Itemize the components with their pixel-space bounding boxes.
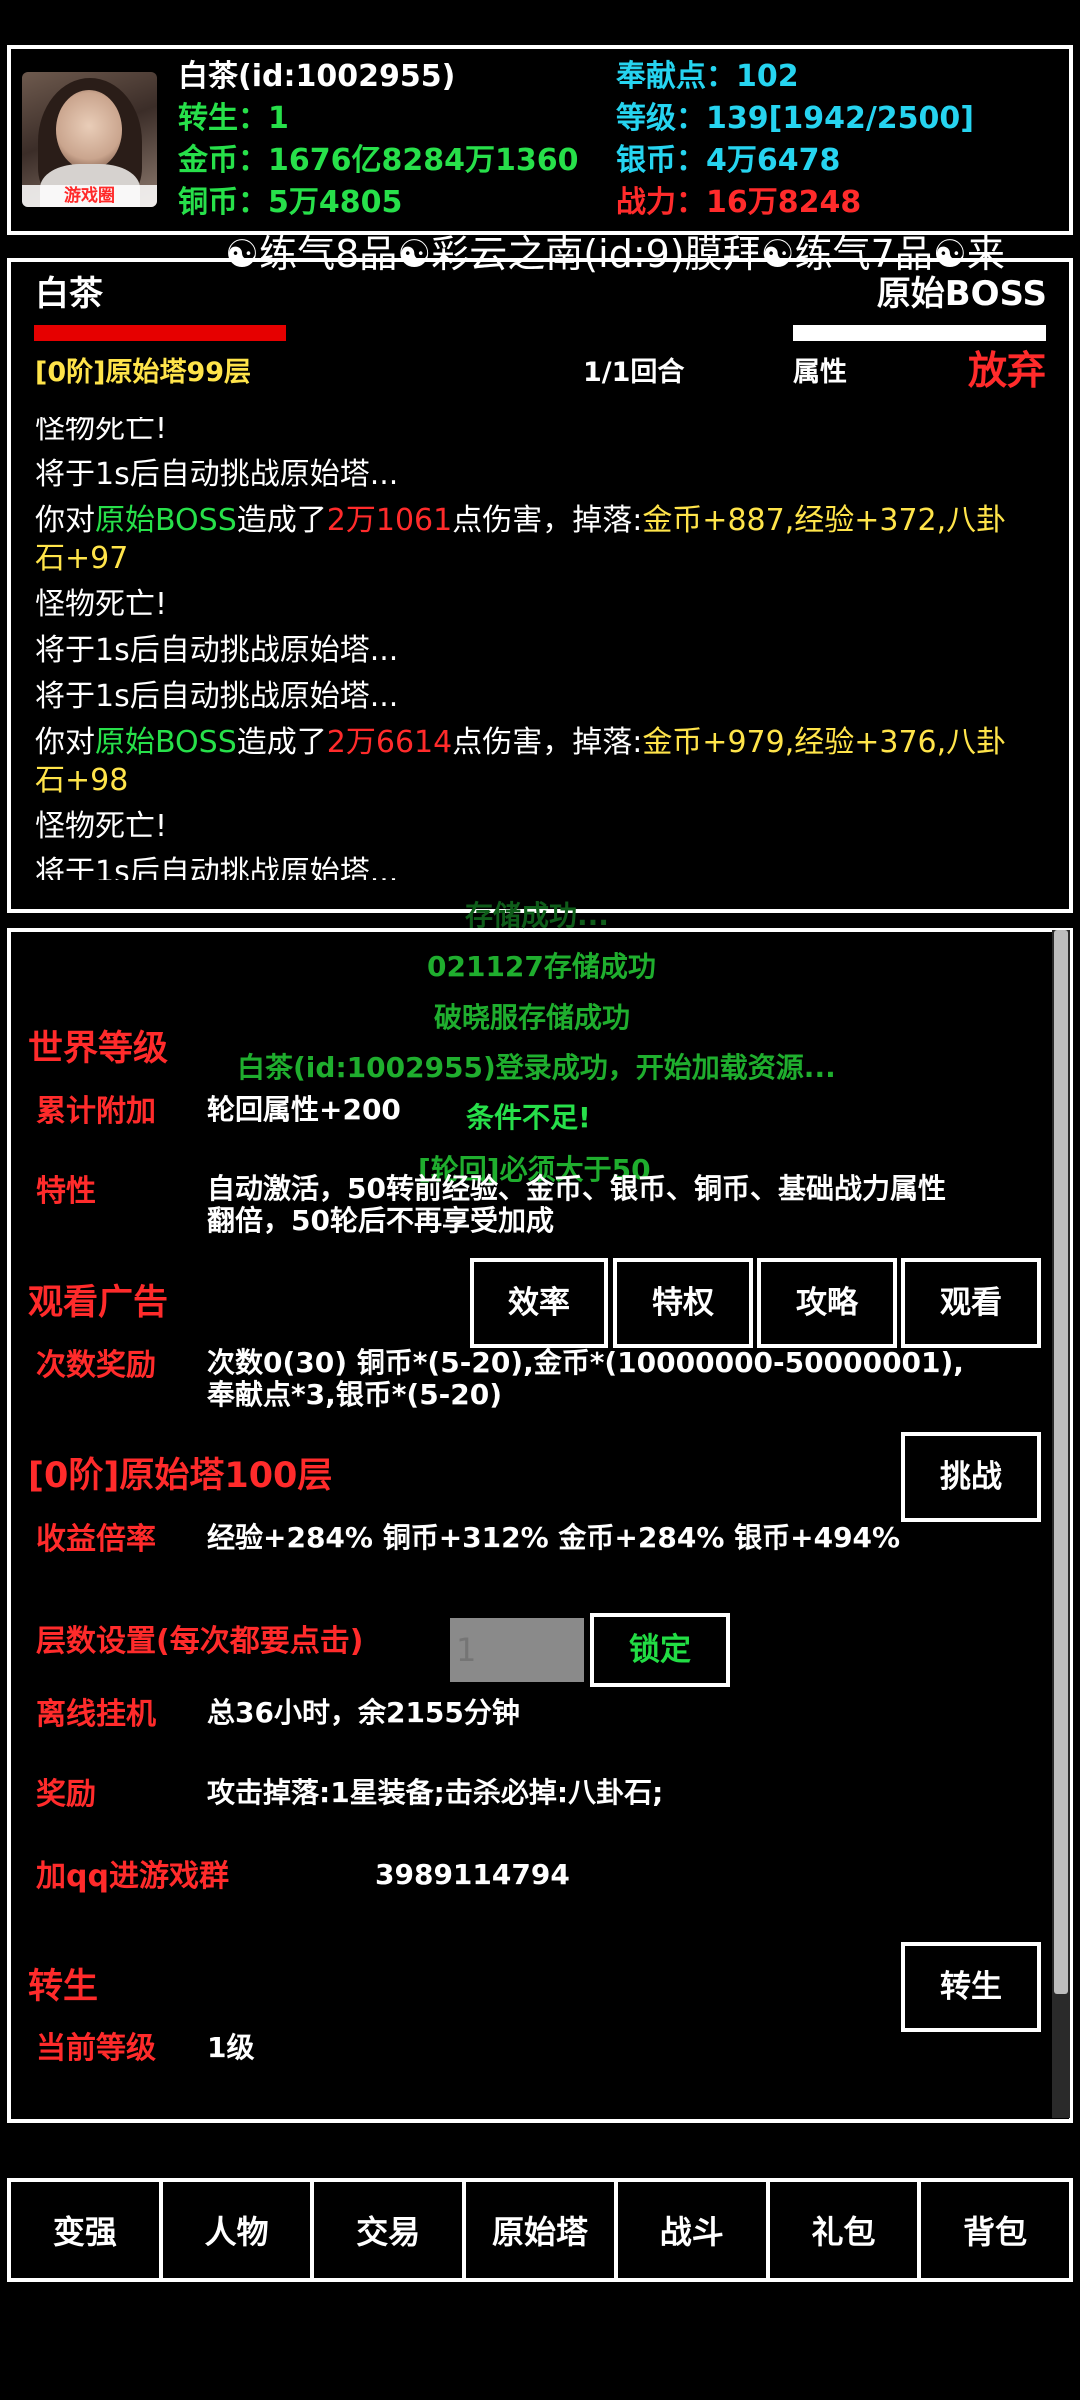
world-level-title: 世界等级	[28, 1029, 169, 1069]
log-segment: 造成了	[236, 503, 327, 538]
player-name: 白茶(id:1002955)	[178, 59, 456, 94]
lock-button[interactable]: 锁定	[590, 1613, 730, 1687]
count-reward-label: 次数奖励	[36, 1348, 156, 1383]
rebirth-title: 转生	[28, 1967, 99, 2007]
nav-tab-bag[interactable]: 背包	[921, 2182, 1069, 2278]
copper-amount: 铜币：5万4805	[178, 185, 403, 220]
toast-message: 存储成功...	[465, 899, 609, 932]
reward-value: 攻击掉落:1星装备;击杀必掉:八卦石;	[207, 1776, 664, 1809]
offline-label: 离线挂机	[36, 1697, 156, 1732]
accum-label: 累计附加	[36, 1094, 156, 1129]
nav-tab-gift[interactable]: 礼包	[770, 2182, 922, 2278]
log-line: 你对原始BOSS造成了2万6614点伤害，掉落:金币+979,经验+376,八卦…	[35, 724, 1025, 800]
log-line: 你对原始BOSS造成了2万1061点伤害，掉落:金币+887,经验+372,八卦…	[35, 502, 1025, 578]
trait-value: 自动激活，50转前经验、金币、银币、铜币、基础战力属性翻倍，50轮后不再享受加成	[207, 1172, 946, 1237]
attribute-button[interactable]: 属性	[793, 355, 847, 391]
trait-label: 特性	[36, 1174, 96, 1209]
player-battle-name: 白茶	[35, 274, 103, 314]
combat-power: 战力：16万8248	[616, 185, 862, 220]
nav-tab-trade[interactable]: 交易	[314, 2182, 467, 2278]
efficiency-button[interactable]: 效率	[470, 1258, 608, 1348]
log-segment: 造成了	[236, 725, 327, 760]
log-line: 怪物死亡!	[35, 586, 1025, 624]
bonus-label: 收益倍率	[36, 1522, 156, 1557]
toast-message: 破晓服存储成功	[434, 1001, 631, 1034]
rebirth-count: 转生：1	[178, 101, 289, 136]
privilege-button[interactable]: 特权	[613, 1258, 753, 1348]
floor-setting-label: 层数设置(每次都要点击)	[36, 1624, 364, 1659]
qq-group-label: 加qq进游戏群	[36, 1859, 229, 1894]
player-info-panel	[7, 45, 1073, 235]
toast-message: 白茶(id:1002955)登录成功，开始加载资源...	[237, 1051, 836, 1084]
player-hp-bar	[34, 325, 286, 341]
scrollbar-thumb[interactable]	[1054, 930, 1068, 1994]
qq-group-value[interactable]: 3989114794	[375, 1859, 570, 1891]
boss-hp-bar	[793, 325, 1046, 341]
reward-label: 奖励	[36, 1777, 96, 1812]
offline-value: 总36小时，余2155分钟	[207, 1696, 520, 1729]
log-segment: 2万6614	[326, 725, 453, 760]
log-segment: 将于1s后自动挑战原始塔...	[35, 679, 399, 714]
silver-amount: 银币：4万6478	[616, 143, 841, 178]
log-segment: 原始BOSS	[95, 725, 237, 760]
avatar-tag: 游戏圈	[22, 185, 157, 207]
tower-title: [0阶]原始塔100层	[28, 1456, 333, 1496]
nav-tab-strengthen[interactable]: 变强	[11, 2182, 163, 2278]
log-line: 将于1s后自动挑战原始塔...	[35, 854, 1025, 880]
watch-ad-button[interactable]: 观看	[901, 1258, 1041, 1348]
log-segment: 将于1s后自动挑战原始塔...	[35, 457, 399, 492]
toast-message: 条件不足!	[466, 1101, 591, 1134]
battle-log[interactable]: 怪物死亡! 将于1s后自动挑战原始塔... 你对原始BOSS造成了2万1061点伤害…	[35, 410, 1025, 880]
nav-tab-battle[interactable]: 战斗	[618, 2182, 770, 2278]
nav-tab-character[interactable]: 人物	[163, 2182, 315, 2278]
count-reward-value: 次数0(30) 铜币*(5-20),金币*(10000000-50000001)…	[207, 1346, 964, 1411]
log-segment: 怪物死亡!	[35, 809, 168, 844]
watch-ad-title: 观看广告	[28, 1283, 169, 1323]
log-segment: 点伤害，掉落:	[452, 725, 643, 760]
challenge-button[interactable]: 挑战	[901, 1432, 1041, 1522]
floor-input[interactable]	[450, 1618, 584, 1682]
player-hp-fill	[34, 325, 286, 341]
log-line: 将于1s后自动挑战原始塔...	[35, 678, 1025, 716]
rebirth-button[interactable]: 转生	[901, 1942, 1041, 2032]
log-line: 将于1s后自动挑战原始塔...	[35, 456, 1025, 494]
contribution-points: 奉献点：102	[616, 59, 799, 94]
log-segment: 你对	[35, 725, 95, 760]
toast-message: 021127存储成功	[427, 950, 656, 983]
log-segment: 点伤害，掉落:	[452, 503, 643, 538]
boss-battle-name: 原始BOSS	[876, 274, 1047, 314]
log-line: 怪物死亡!	[35, 808, 1025, 846]
log-segment: 将于1s后自动挑战原始塔...	[35, 633, 399, 668]
nav-tab-tower[interactable]: 原始塔	[466, 2182, 618, 2278]
bonus-value: 经验+284% 铜币+312% 金币+284% 银币+494%	[207, 1521, 901, 1554]
guide-button[interactable]: 攻略	[757, 1258, 897, 1348]
boss-hp-fill	[793, 325, 1046, 341]
current-level-value: 1级	[207, 2031, 255, 2064]
log-segment: 将于1s后自动挑战原始塔...	[35, 855, 399, 880]
accum-value: 轮回属性+200	[207, 1093, 401, 1126]
log-line: 将于1s后自动挑战原始塔...	[35, 632, 1025, 670]
log-segment: 2万1061	[326, 503, 453, 538]
battle-floor: [0阶]原始塔99层	[35, 357, 252, 388]
battle-round[interactable]: 1/1回合	[583, 355, 684, 391]
current-level-label: 当前等级	[36, 2031, 156, 2066]
player-level: 等级：139[1942/2500]	[616, 101, 974, 136]
give-up-button[interactable]: 放弃	[968, 348, 1046, 396]
log-segment: 怪物死亡!	[35, 587, 168, 622]
log-segment: 你对	[35, 503, 95, 538]
player-avatar[interactable]: 游戏圈	[22, 72, 157, 207]
gold-amount: 金币：1676亿8284万1360	[178, 143, 579, 178]
bottom-nav: 变强 人物 交易 原始塔 战斗 礼包 背包	[7, 2178, 1073, 2282]
log-segment: 原始BOSS	[95, 503, 237, 538]
